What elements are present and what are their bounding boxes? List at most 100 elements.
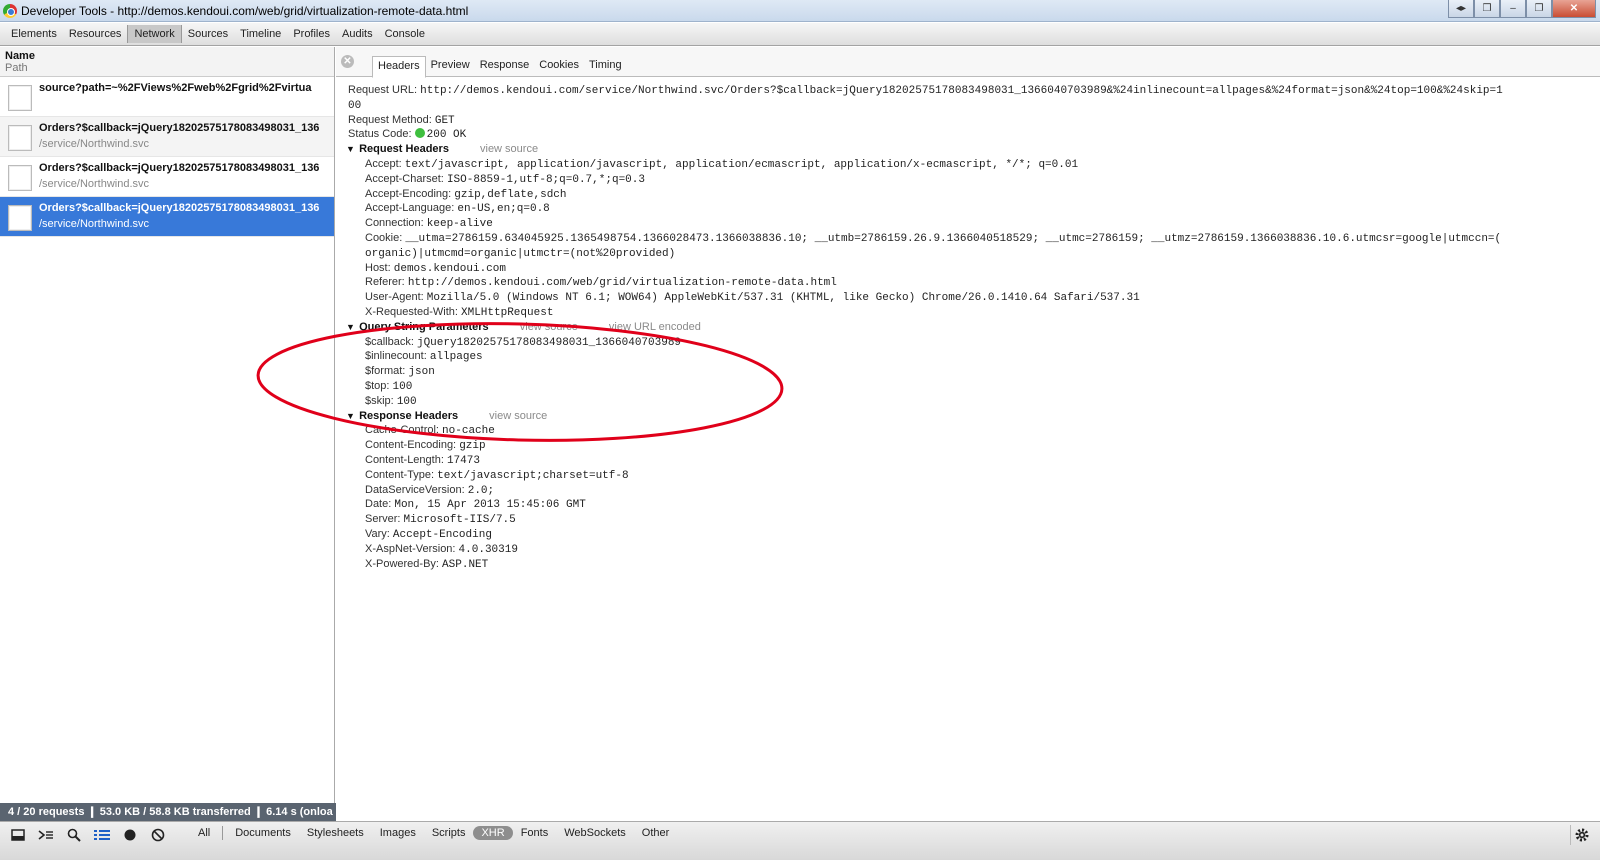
request-header-row: X-Requested-With: XMLHttpRequest <box>348 305 1598 320</box>
request-details-pane: ✕ Headers Preview Response Cookies Timing Re… <box>336 47 1600 821</box>
header-key: $skip: <box>365 394 394 407</box>
tab-preview[interactable]: Preview <box>426 56 475 78</box>
filter-images[interactable]: Images <box>372 826 424 840</box>
filter-xhr[interactable]: XHR <box>473 826 513 840</box>
statusbar-icons <box>4 825 172 845</box>
status-code-label: Status Code: <box>348 128 412 141</box>
request-method-label: Request Method: <box>348 113 432 126</box>
request-header-row: User-Agent: Mozilla/5.0 (Windows NT 6.1;… <box>348 290 1598 305</box>
header-value: allpages <box>429 351 483 364</box>
request-name: Orders?$callback=jQuery18202575178083498… <box>39 162 319 174</box>
search-icon[interactable] <box>60 825 88 845</box>
panel-tab-console[interactable]: Console <box>379 25 431 43</box>
expand-triangle-icon[interactable]: ▼ <box>346 409 356 424</box>
clear-icon[interactable] <box>144 825 172 845</box>
panel-tab-timeline[interactable]: Timeline <box>234 25 287 43</box>
expand-triangle-icon[interactable]: ▼ <box>346 320 356 335</box>
request-header-row: Accept-Encoding: gzip,deflate,sdch <box>348 187 1598 202</box>
response-header-row: Server: Microsoft-IIS/7.5 <box>348 512 1598 527</box>
filter-documents[interactable]: Documents <box>227 826 299 840</box>
request-url-line: Request URL: http://demos.kendoui.com/se… <box>348 83 1598 98</box>
panel-tab-profiles[interactable]: Profiles <box>287 25 336 43</box>
header-value: jQuery18202575178083498031_1366040703989 <box>416 336 682 349</box>
header-key: Content-Type: <box>365 468 435 481</box>
response-header-row: X-Powered-By: ASP.NET <box>348 557 1598 572</box>
panel-tab-sources[interactable]: Sources <box>182 25 234 43</box>
list-view-icon[interactable] <box>88 825 116 845</box>
header-key: $inlinecount: <box>365 350 427 363</box>
dock-toggle-button[interactable]: ◂▸ <box>1448 0 1474 18</box>
close-details-icon[interactable]: ✕ <box>341 55 354 68</box>
header-key: Accept-Charset: <box>365 172 444 185</box>
request-list-pane: Name Path source?path=~%2FViews%2Fweb%2F… <box>0 47 335 818</box>
request-row[interactable]: Orders?$callback=jQuery18202575178083498… <box>0 197 334 237</box>
panel-tab-resources[interactable]: Resources <box>63 25 128 43</box>
settings-gear-icon[interactable] <box>1570 825 1592 845</box>
tab-headers[interactable]: Headers <box>372 56 426 78</box>
column-name-header[interactable]: Name <box>5 50 329 62</box>
query-params-list: $callback: jQuery18202575178083498031_13… <box>348 335 1598 409</box>
panel-tab-network[interactable]: Network <box>127 25 182 43</box>
response-header-row: Content-Encoding: gzip <box>348 438 1598 453</box>
close-window-button[interactable]: ✕ <box>1552 0 1596 18</box>
request-method-value: GET <box>434 114 455 127</box>
filter-stylesheets[interactable]: Stylesheets <box>299 826 372 840</box>
header-key: $format: <box>365 365 406 378</box>
response-headers-view-source-link[interactable]: view source <box>489 410 547 422</box>
panel-tab-elements[interactable]: Elements <box>5 25 63 43</box>
query-params-title: Query String Parameters <box>359 320 489 333</box>
expand-triangle-icon[interactable]: ▼ <box>346 142 356 157</box>
header-value: demos.kendoui.com <box>393 262 506 275</box>
response-headers-section[interactable]: ▼ Response Headers view source <box>346 409 1598 424</box>
filter-other[interactable]: Other <box>634 826 678 840</box>
query-param-row: $callback: jQuery18202575178083498031_13… <box>348 335 1598 350</box>
request-header-row: Accept: text/javascript, application/jav… <box>348 157 1598 172</box>
header-value: __utma=2786159.634045925.1365498754.1366… <box>405 232 1502 245</box>
dock-icon[interactable] <box>4 825 32 845</box>
request-row[interactable]: Orders?$callback=jQuery18202575178083498… <box>0 117 334 157</box>
filter-scripts[interactable]: Scripts <box>424 826 474 840</box>
request-row[interactable]: Orders?$callback=jQuery18202575178083498… <box>0 157 334 197</box>
tab-cookies[interactable]: Cookies <box>534 56 584 78</box>
status-code-value: 200 OK <box>426 129 467 142</box>
console-drawer-icon[interactable] <box>32 825 60 845</box>
header-key: X-Requested-With: <box>365 305 458 318</box>
filter-websockets[interactable]: WebSockets <box>556 826 634 840</box>
panel-tab-audits[interactable]: Audits <box>336 25 379 43</box>
header-key: Cookie: <box>365 231 403 244</box>
header-value: organic)|utmcmd=organic|utmctr=(not%20pr… <box>365 247 676 260</box>
request-headers-section[interactable]: ▼ Request Headers view source <box>346 142 1598 157</box>
tab-timing[interactable]: Timing <box>584 56 627 78</box>
tab-response[interactable]: Response <box>475 56 535 78</box>
network-summary: 4 / 20 requests ❙ 53.0 KB / 58.8 KB tran… <box>0 803 336 821</box>
request-headers-view-source-link[interactable]: view source <box>480 143 538 155</box>
request-url-label: Request URL: <box>348 84 418 96</box>
request-list-header[interactable]: Name Path <box>0 47 334 77</box>
filter-all[interactable]: All <box>190 826 218 840</box>
detail-tabbar: ✕ Headers Preview Response Cookies Timing <box>336 47 1600 78</box>
query-param-row: $inlinecount: allpages <box>348 349 1598 364</box>
maximize-button[interactable]: ❐ <box>1526 0 1552 18</box>
filter-fonts[interactable]: Fonts <box>513 826 557 840</box>
query-params-view-url-encoded-link[interactable]: view URL encoded <box>609 321 701 333</box>
column-path-header[interactable]: Path <box>5 62 329 74</box>
request-headers-list: Accept: text/javascript, application/jav… <box>348 157 1598 320</box>
response-header-row: Content-Type: text/javascript;charset=ut… <box>348 468 1598 483</box>
window-titlebar: Developer Tools - http://demos.kendoui.c… <box>0 0 1600 22</box>
request-row[interactable]: source?path=~%2FViews%2Fweb%2Fgrid%2Fvir… <box>0 77 334 117</box>
query-params-section[interactable]: ▼ Query String Parameters view source vi… <box>346 320 1598 335</box>
header-value: ISO-8859-1,utf-8;q=0.7,*;q=0.3 <box>446 173 645 186</box>
file-icon <box>8 205 32 231</box>
pin-button[interactable]: ❒ <box>1474 0 1500 18</box>
window-controls: ◂▸ ❒ – ❐ ✕ <box>1448 0 1596 18</box>
bottom-statusbar: All Documents Stylesheets Images Scripts XHR F… <box>0 821 1600 860</box>
header-value: http://demos.kendoui.com/web/grid/virtua… <box>407 277 837 290</box>
request-name: source?path=~%2FViews%2Fweb%2Fgrid%2Fvir… <box>39 82 312 94</box>
query-params-view-source-link[interactable]: view source <box>520 321 578 333</box>
file-icon <box>8 85 32 111</box>
header-key: Accept-Language: <box>365 202 455 215</box>
response-header-row: Date: Mon, 15 Apr 2013 15:45:06 GMT <box>348 497 1598 512</box>
minimize-button[interactable]: – <box>1500 0 1526 18</box>
header-key: Accept: <box>365 157 402 170</box>
record-icon[interactable] <box>116 825 144 845</box>
